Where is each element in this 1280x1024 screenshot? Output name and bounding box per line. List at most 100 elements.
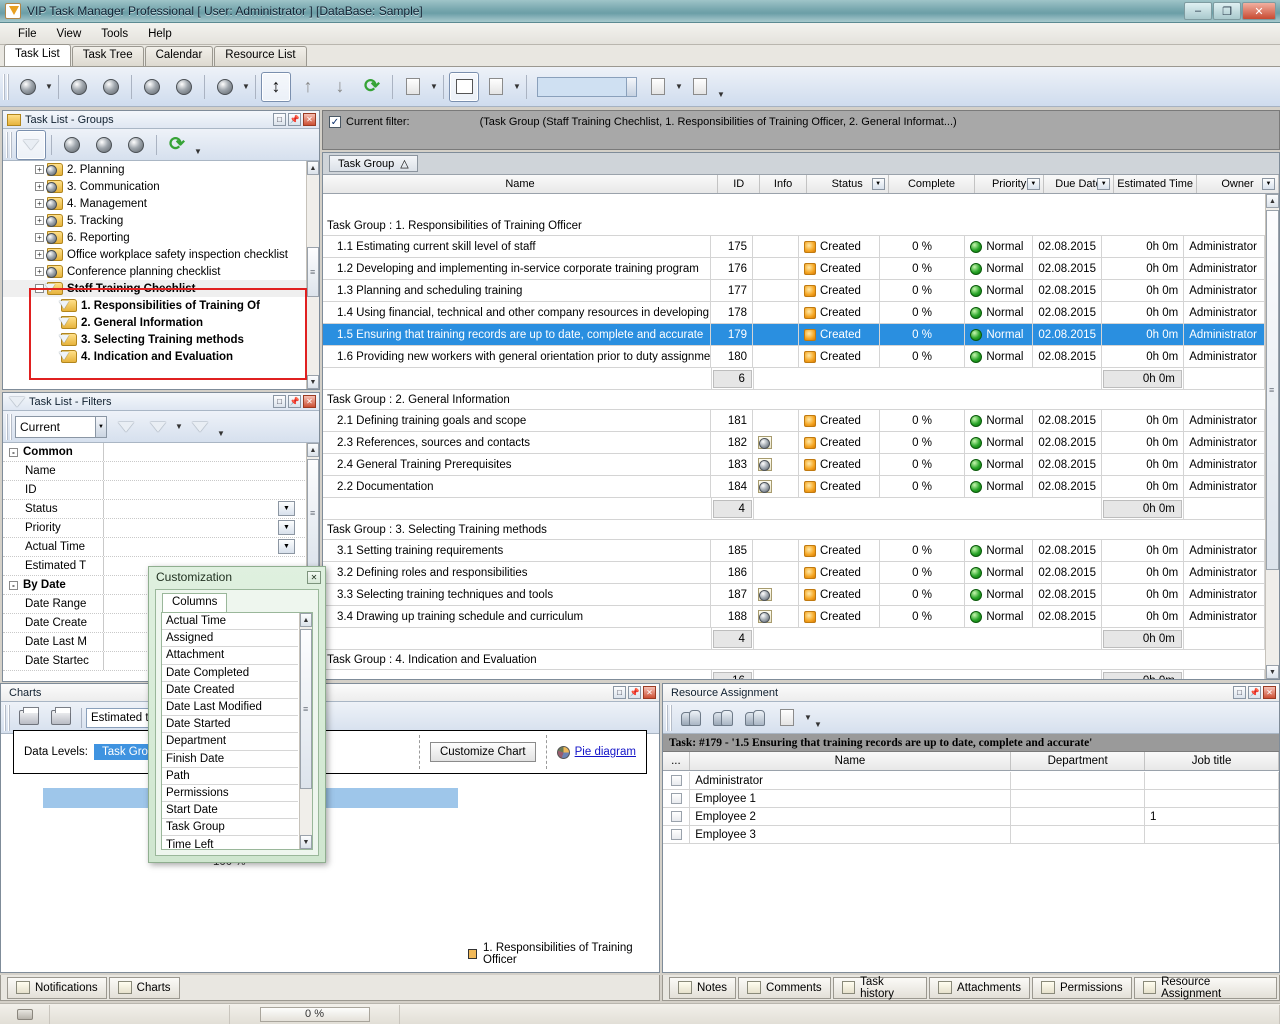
charts-close-button[interactable]: ✕ [643,686,656,699]
groups-scrollbar[interactable]: ▲ ▼ [306,161,319,389]
customization-column-item[interactable]: Task Group [162,819,298,836]
group-tree-item[interactable]: 3. Selecting Training methods4 [3,331,319,348]
delete-group-button[interactable] [121,130,151,160]
assign-resource-button[interactable] [676,703,706,733]
resource-pin-button[interactable]: 📌 [1248,686,1261,699]
group-tree-item[interactable]: +3. Communication0 [3,178,319,195]
grid-row[interactable]: 3.1 Setting training requirements185Crea… [323,540,1265,562]
filter-row[interactable]: ID [3,481,319,500]
grid-column-filter-dropdown[interactable]: ▼ [1097,178,1110,190]
current-filter-checkbox[interactable]: ✓ [329,116,341,128]
clear-layout-dropdown[interactable]: ▼ [716,72,726,102]
toolbar-grip[interactable] [3,74,9,100]
move-up-button[interactable] [293,72,323,102]
grid-scroll-thumb[interactable] [1266,210,1279,570]
save-filter-button[interactable] [143,412,173,442]
filters-scroll-up[interactable]: ▲ [307,443,319,457]
grid-row[interactable]: 1.2 Developing and implementing in-servi… [323,258,1265,280]
grid-row[interactable]: 1.1 Estimating current skill level of st… [323,236,1265,258]
save-layout-dropdown[interactable]: ▼ [674,72,684,102]
apply-filter-button[interactable] [111,412,141,442]
task-levels-button[interactable] [210,72,240,102]
edit-group-button[interactable] [89,130,119,160]
filter-category-collapse[interactable]: - [9,448,18,457]
column-settings-button[interactable] [481,72,511,102]
customization-column-item[interactable]: Actual Time [162,613,298,630]
group-expander[interactable]: + [35,182,44,191]
filter-value-cell[interactable]: ▼ [103,538,319,556]
menu-item-help[interactable]: Help [140,26,180,42]
resource-row[interactable]: Employee 3 [663,826,1279,844]
customization-scroll-thumb[interactable] [300,629,312,789]
grid-column-header[interactable]: Owner▼ [1197,175,1279,193]
bottom-tab-notes[interactable]: Notes [669,977,736,999]
group-tree-item[interactable]: +6. Reporting0 [3,229,319,246]
filters-pin-button[interactable]: 📌 [288,395,301,408]
search-input[interactable] [537,77,637,97]
grid-group-header[interactable]: Task Group : 3. Selecting Training metho… [323,520,1265,540]
customization-column-list[interactable]: Actual TimeAssignedAttachmentDate Comple… [161,612,313,850]
customization-column-item[interactable]: Attachment [162,647,298,664]
grid-row[interactable]: 2.1 Defining training goals and scope181… [323,410,1265,432]
filter-value-dropdown[interactable]: ▼ [278,520,295,535]
groups-restore-button[interactable]: □ [273,113,286,126]
resource-report-dropdown[interactable]: ▼ [803,703,813,733]
grid-row[interactable]: 1.5 Ensuring that training records are u… [323,324,1265,346]
grid-column-header[interactable]: Estimated Time [1114,175,1197,193]
pie-diagram-link[interactable]: Pie diagram [575,746,636,758]
resource-checkbox[interactable] [671,775,682,786]
group-by-sort-icon[interactable]: △ [400,157,408,170]
group-expander[interactable]: + [35,267,44,276]
customization-column-item[interactable]: Date Completed [162,665,298,682]
group-tree-item[interactable]: -Staff Training Chechlist0 [3,280,319,297]
customization-scroll-down[interactable]: ▼ [300,835,312,849]
grid-body[interactable]: Task Group : 1. Responsibilities of Trai… [323,216,1265,679]
new-task-button[interactable] [13,72,43,102]
resource-column-header[interactable]: ... [663,752,690,770]
column-settings-dropdown[interactable]: ▼ [512,72,522,102]
resource-report-button[interactable] [772,703,802,733]
close-button[interactable]: ✕ [1242,2,1276,20]
filter-category-collapse[interactable]: - [9,581,18,590]
resource-check-cell[interactable] [663,772,690,789]
menu-item-view[interactable]: View [49,26,90,42]
grid-scroll-down[interactable]: ▼ [1266,665,1279,679]
delete-task-button[interactable] [96,72,126,102]
print-chart-button[interactable] [14,703,44,733]
filter-category-row[interactable]: -Common [3,443,319,462]
customization-column-item[interactable]: Finish Date [162,751,298,768]
fit-columns-button[interactable] [449,72,479,102]
customization-column-item[interactable]: Start Date [162,802,298,819]
bottom-tab-task-history[interactable]: Task history [833,977,927,999]
save-layout-button[interactable] [643,72,673,102]
group-by-chip[interactable]: Task Group △ [329,155,418,172]
resource-checkbox[interactable] [671,829,682,840]
customization-column-item[interactable]: Date Last Modified [162,699,298,716]
group-tree-item[interactable]: 1. Responsibilities of Training Of6 [3,297,319,314]
customization-dialog[interactable]: Customization ✕ Columns Actual TimeAssig… [148,566,326,863]
grid-scrollbar[interactable]: ▲ ▼ [1265,194,1279,679]
customization-column-item[interactable]: Time Left [162,836,298,849]
grid-row[interactable]: 1.6 Providing new workers with general o… [323,346,1265,368]
bottom-tab-resource-assignment[interactable]: Resource Assignment [1134,977,1277,999]
resource-overflow-dropdown[interactable]: ▼ [813,703,823,733]
tab-resource-list[interactable]: Resource List [214,46,306,66]
groups-scroll-up[interactable]: ▲ [307,161,319,175]
expand-collapse-button[interactable] [261,72,291,102]
customize-chart-button[interactable]: Customize Chart [430,742,536,762]
grid-column-header[interactable]: Due Date▼ [1044,175,1114,193]
charts-pin-button[interactable]: 📌 [628,686,641,699]
resource-checkbox[interactable] [671,793,682,804]
filter-value-dropdown[interactable]: ▼ [278,501,295,516]
menu-item-file[interactable]: File [10,26,45,42]
group-tree-item[interactable]: +4. Management0 [3,195,319,212]
grid-column-header[interactable]: Info [760,175,806,193]
search-spin[interactable] [626,78,636,96]
grid-group-header[interactable]: Task Group : 1. Responsibilities of Trai… [323,216,1265,236]
bottom-tab-notifications[interactable]: Notifications [7,977,107,999]
edit-resource-button[interactable] [708,703,738,733]
clear-filter-dropdown[interactable]: ▼ [216,412,226,442]
move-down-button[interactable] [325,72,355,102]
group-tree-item[interactable]: 4. Indication and Evaluation2 [3,348,319,365]
group-expander[interactable]: + [35,250,44,259]
